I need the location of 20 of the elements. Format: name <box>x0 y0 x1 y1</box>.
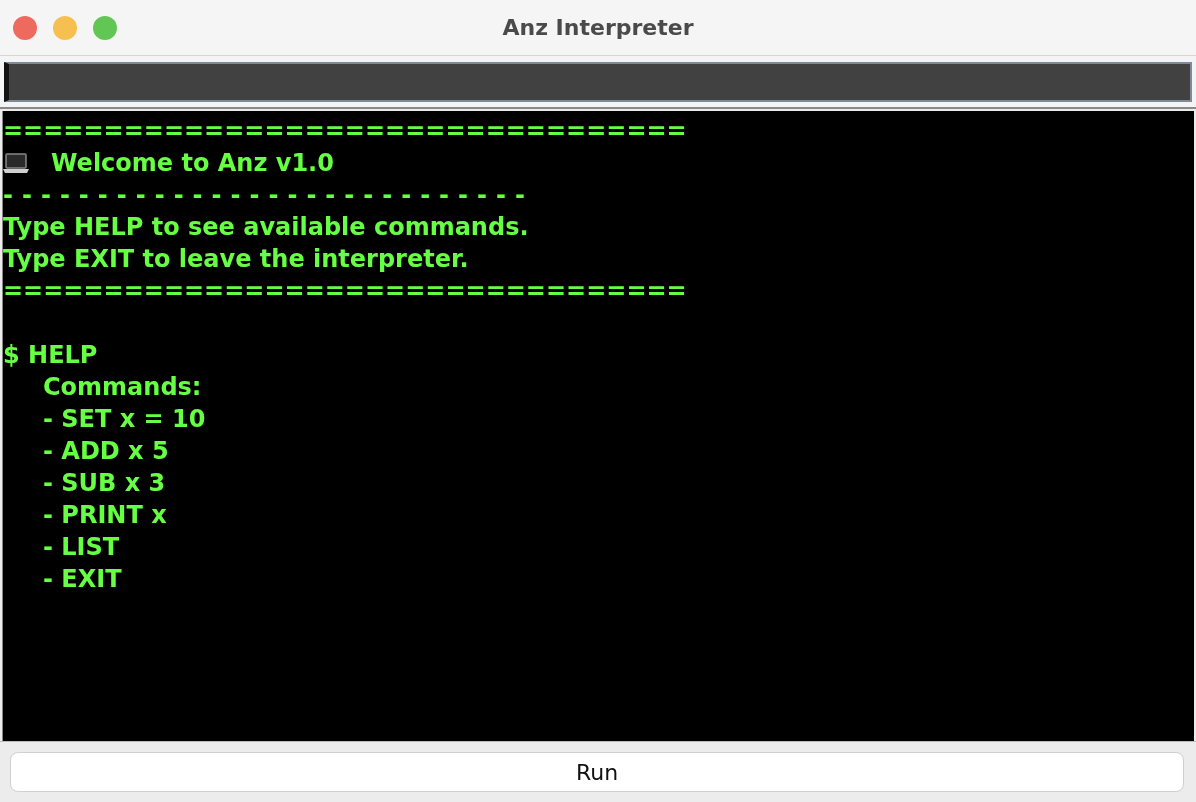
window-title: Anz Interpreter <box>502 15 694 40</box>
console-text: - SUB x 3 <box>43 468 166 498</box>
separator-line: ================================== <box>3 276 687 306</box>
separator-line: ---------------------------- <box>3 180 534 210</box>
console-text: Type HELP to see available commands. <box>3 212 529 242</box>
command-echo: $ HELP <box>3 340 98 370</box>
console-text: - SET x = 10 <box>43 404 206 434</box>
console-text: Type EXIT to leave the interpreter. <box>3 244 469 274</box>
run-button[interactable]: Run <box>10 752 1184 792</box>
console-text: - LIST <box>43 532 120 562</box>
console-text: - EXIT <box>43 564 122 594</box>
console-text: - PRINT x <box>43 500 167 530</box>
close-button[interactable] <box>13 16 37 40</box>
command-field[interactable] <box>4 62 1192 102</box>
console-text: - ADD x 5 <box>43 436 169 466</box>
separator-line: ================================== <box>3 116 687 146</box>
minimize-button[interactable] <box>53 16 77 40</box>
zoom-button[interactable] <box>93 16 117 40</box>
console-text: Commands: <box>43 372 202 402</box>
welcome-heading: Welcome to Anz v1.0 <box>51 148 334 178</box>
